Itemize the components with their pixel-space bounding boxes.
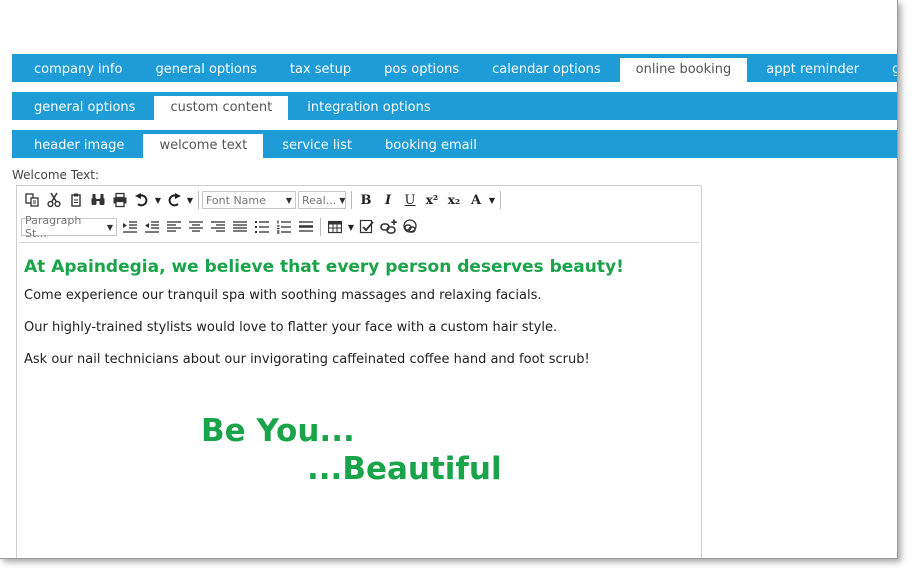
tab-pos-options[interactable]: pos options — [370, 58, 473, 82]
chevron-down-icon: ▼ — [339, 195, 346, 205]
bullet-list-icon[interactable] — [251, 216, 273, 238]
table-icon[interactable] — [324, 216, 346, 238]
toolbar-separator — [320, 218, 321, 236]
indent-icon[interactable] — [119, 216, 141, 238]
subscript-button[interactable]: x₂ — [443, 189, 465, 211]
tagline-beautiful: ...Beautiful — [307, 451, 502, 487]
undo-dropdown-icon[interactable]: ▼ — [153, 189, 163, 211]
settings-window: company info general options tax setup p… — [0, 0, 898, 559]
outdent-icon[interactable] — [141, 216, 163, 238]
font-color-button[interactable]: A — [465, 189, 487, 211]
align-right-icon[interactable] — [207, 216, 229, 238]
table-dropdown-icon[interactable]: ▼ — [346, 216, 356, 238]
tab-integration-options[interactable]: integration options — [293, 96, 444, 120]
welcome-paragraph: Come experience our tranquil spa with so… — [24, 288, 542, 303]
welcome-heading: At Apaindegia, we believe that every per… — [24, 257, 624, 277]
content-tab-bar: header image welcome text service list b… — [12, 130, 897, 158]
rich-text-editor: ▼ ▼ Font Name ▼ Real... ▼ B I U x² x₂ A … — [16, 185, 702, 558]
spellcheck-icon[interactable] — [356, 216, 378, 238]
editor-content-area[interactable]: At Apaindegia, we believe that every per… — [19, 242, 699, 558]
print-icon[interactable] — [109, 189, 131, 211]
cut-icon[interactable] — [43, 189, 65, 211]
booking-tab-bar: general options custom content integrati… — [12, 92, 897, 120]
tab-online-booking[interactable]: online booking — [619, 58, 748, 82]
tab-tax-setup[interactable]: tax setup — [276, 58, 365, 82]
justify-icon[interactable] — [229, 216, 251, 238]
tab-booking-email[interactable]: booking email — [371, 134, 491, 158]
paste-icon[interactable] — [21, 189, 43, 211]
remove-link-icon[interactable] — [400, 216, 422, 238]
welcome-text-label: Welcome Text: — [12, 168, 100, 182]
align-left-icon[interactable] — [163, 216, 185, 238]
horizontal-rule-icon[interactable] — [295, 216, 317, 238]
tab-calendar-options[interactable]: calendar options — [478, 58, 615, 82]
paragraph-style-value: Paragraph St... — [25, 214, 82, 240]
tab-custom-content[interactable]: custom content — [154, 96, 289, 120]
font-name-value: Font Name — [206, 193, 266, 207]
tab-booking-general-options[interactable]: general options — [20, 96, 149, 120]
toolbar-separator — [351, 191, 352, 209]
main-tab-bar: company info general options tax setup p… — [12, 54, 897, 82]
tab-header-image[interactable]: header image — [20, 134, 138, 158]
tab-welcome-text[interactable]: welcome text — [143, 134, 264, 158]
tab-company-info[interactable]: company info — [20, 58, 136, 82]
tab-goals[interactable]: goals — [878, 58, 897, 82]
toolbar-separator — [198, 191, 199, 209]
tagline-be-you: Be You... — [201, 413, 355, 449]
toolbar-separator — [500, 191, 501, 209]
font-size-value: Real... — [302, 193, 337, 207]
chevron-down-icon: ▼ — [285, 195, 292, 205]
font-size-select[interactable]: Real... ▼ — [298, 191, 346, 209]
tab-service-list[interactable]: service list — [268, 134, 366, 158]
bold-button[interactable]: B — [355, 189, 377, 211]
superscript-button[interactable]: x² — [421, 189, 443, 211]
underline-button[interactable]: U — [399, 189, 421, 211]
font-color-dropdown-icon[interactable]: ▼ — [487, 189, 497, 211]
font-name-select[interactable]: Font Name ▼ — [202, 191, 296, 209]
welcome-paragraph: Ask our nail technicians about our invig… — [24, 352, 590, 367]
find-icon[interactable] — [87, 189, 109, 211]
redo-dropdown-icon[interactable]: ▼ — [185, 189, 195, 211]
redo-icon[interactable] — [163, 189, 185, 211]
insert-link-icon[interactable] — [378, 216, 400, 238]
editor-toolbar-row-1: ▼ ▼ Font Name ▼ Real... ▼ B I U x² x₂ A … — [21, 189, 504, 211]
undo-icon[interactable] — [131, 189, 153, 211]
copy-icon[interactable] — [65, 189, 87, 211]
welcome-paragraph: Our highly-trained stylists would love t… — [24, 320, 558, 335]
paragraph-style-select[interactable]: Paragraph St... ▼ — [21, 214, 117, 240]
chevron-down-icon: ▼ — [106, 222, 113, 232]
italic-button[interactable]: I — [377, 189, 399, 211]
numbered-list-icon[interactable] — [273, 216, 295, 238]
tab-appt-reminder[interactable]: appt reminder — [752, 58, 873, 82]
align-center-icon[interactable] — [185, 216, 207, 238]
tab-general-options[interactable]: general options — [141, 58, 270, 82]
editor-toolbar-row-2: Paragraph St... ▼ ▼ — [21, 214, 422, 240]
